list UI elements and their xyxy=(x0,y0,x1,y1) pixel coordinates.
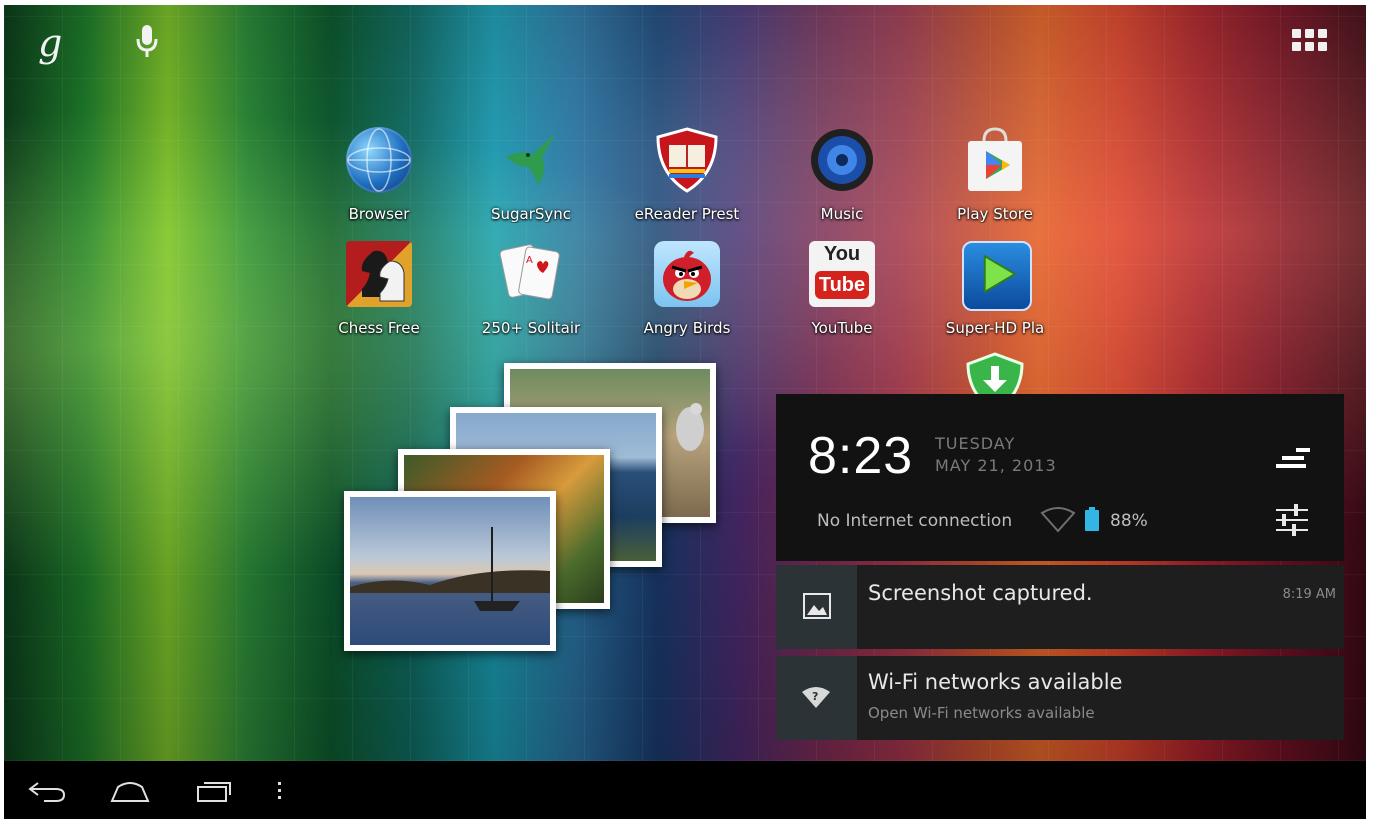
notification-icon-box: ? xyxy=(776,656,857,740)
hummingbird-icon xyxy=(498,127,564,193)
app-super-hd-player[interactable]: Super-HD Pla xyxy=(940,241,1050,351)
back-icon[interactable] xyxy=(26,771,68,809)
speaker-icon xyxy=(809,127,875,193)
app-chess-free[interactable]: Chess Free xyxy=(324,241,434,351)
app-label: Super-HD Pla xyxy=(945,319,1045,337)
app-youtube[interactable]: You Tube YouTube xyxy=(787,241,897,351)
svg-text:?: ? xyxy=(812,690,818,703)
all-apps-grid-icon[interactable] xyxy=(1292,29,1328,55)
notification-subtitle: Open Wi-Fi networks available xyxy=(868,704,1095,722)
app-ereader-prestigio[interactable]: eReader Prest xyxy=(632,127,742,237)
connection-status: No Internet connection xyxy=(817,511,1013,531)
notification-header: 8:23 TUESDAY MAY 21, 2013 No Internet co… xyxy=(776,394,1344,561)
app-label: Music xyxy=(820,205,864,223)
tablet-screen: g Browser SugarSync eReader Prest Music … xyxy=(4,5,1366,819)
app-music[interactable]: Music xyxy=(787,127,897,237)
clock-date[interactable]: MAY 21, 2013 xyxy=(935,456,1057,475)
overflow-menu-icon[interactable] xyxy=(274,771,286,809)
app-label: Play Store xyxy=(957,205,1033,223)
recent-apps-icon[interactable] xyxy=(194,771,234,809)
notification-title: Wi-Fi networks available xyxy=(868,670,1123,694)
play-store-bag-icon xyxy=(962,127,1028,193)
youtube-icon: You Tube xyxy=(809,241,875,307)
angry-bird-icon xyxy=(654,241,720,307)
app-label: YouTube xyxy=(811,319,873,337)
photo-gallery-stack-widget[interactable] xyxy=(344,363,724,663)
wifi-signal-icon xyxy=(1040,507,1076,533)
playing-cards-icon: A xyxy=(498,241,564,307)
app-angry-birds[interactable]: Angry Birds xyxy=(632,241,742,351)
app-label: SugarSync xyxy=(490,205,572,223)
notification-panel[interactable]: 8:23 TUESDAY MAY 21, 2013 No Internet co… xyxy=(776,394,1344,740)
clear-all-icon[interactable] xyxy=(1276,444,1310,472)
wifi-question-icon: ? xyxy=(802,687,830,708)
quick-settings-icon[interactable] xyxy=(1274,504,1310,536)
notification-icon-box xyxy=(776,565,857,649)
svg-text:A: A xyxy=(526,255,533,266)
youtube-tube-text: Tube xyxy=(815,271,869,299)
app-label: eReader Prest xyxy=(634,205,740,223)
home-icon[interactable] xyxy=(108,771,152,809)
app-solitaire[interactable]: A 250+ Solitair xyxy=(476,241,586,351)
chess-knight-icon xyxy=(346,241,412,307)
clock-time[interactable]: 8:23 xyxy=(808,426,913,486)
notification-wifi[interactable]: ? Wi-Fi networks available Open Wi-Fi ne… xyxy=(776,656,1344,740)
microphone-icon[interactable] xyxy=(136,25,158,59)
app-label: 250+ Solitair xyxy=(481,319,581,337)
clock-day: TUESDAY xyxy=(935,434,1016,453)
app-play-store[interactable]: Play Store xyxy=(940,127,1050,237)
app-label: Angry Birds xyxy=(643,319,731,337)
battery-icon xyxy=(1085,507,1099,531)
notification-title: Screenshot captured. xyxy=(868,581,1093,605)
notification-screenshot[interactable]: Screenshot captured. 8:19 AM xyxy=(776,565,1344,649)
battery-percent: 88% xyxy=(1110,511,1148,531)
photo-card xyxy=(344,491,556,651)
app-sugarsync[interactable]: SugarSync xyxy=(476,127,586,237)
globe-icon xyxy=(346,127,412,193)
video-player-icon xyxy=(962,241,1032,311)
navigation-bar xyxy=(4,761,1366,819)
image-icon xyxy=(803,593,831,619)
youtube-you-text: You xyxy=(823,243,861,265)
app-label: Browser xyxy=(348,205,410,223)
notification-time: 8:19 AM xyxy=(1282,587,1336,602)
google-search-icon[interactable]: g xyxy=(38,21,62,65)
app-label: Chess Free xyxy=(338,319,420,337)
app-browser[interactable]: Browser xyxy=(324,127,434,237)
ereader-shield-book-icon xyxy=(654,127,720,193)
